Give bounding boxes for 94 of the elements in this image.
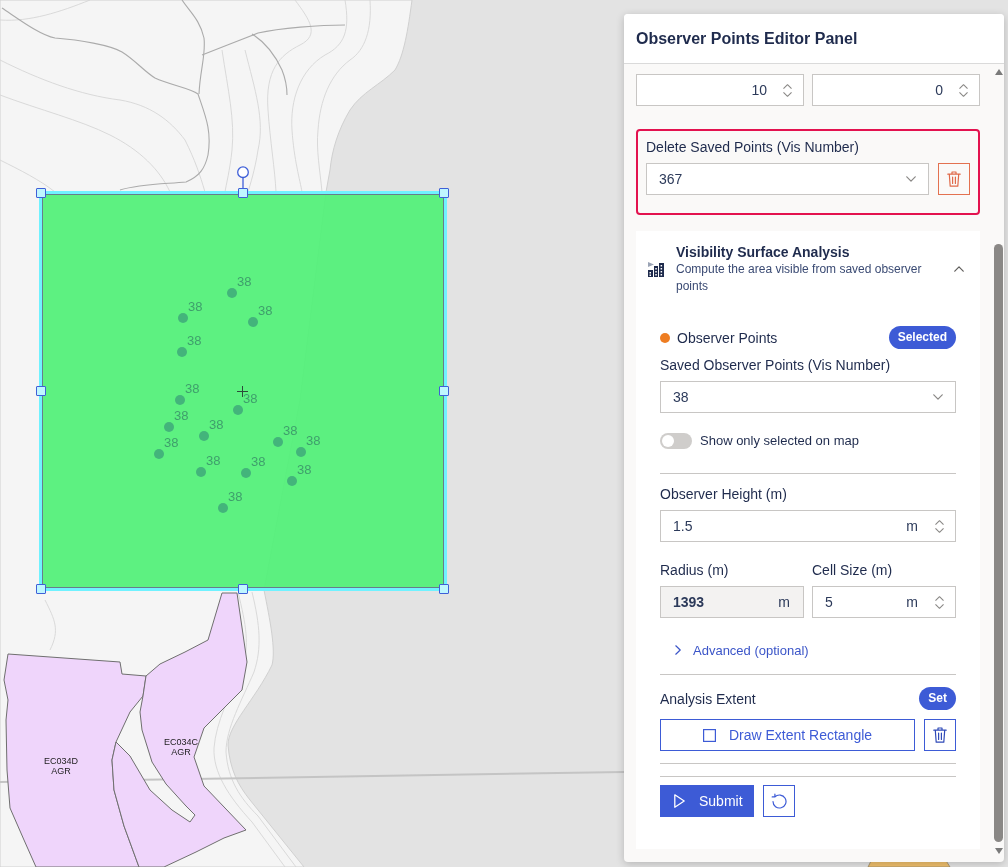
point-label: 38	[237, 275, 252, 289]
parcel-use-label: AGR	[171, 747, 191, 757]
buildings-icon	[648, 261, 664, 277]
point-label: 38	[187, 334, 202, 348]
status-dot-icon	[660, 332, 670, 343]
point-label: 38	[306, 434, 321, 448]
chevron-up-icon[interactable]	[935, 519, 944, 525]
section-label: Analysis Extent	[660, 689, 756, 708]
dropdown[interactable]: 367	[646, 163, 929, 195]
observer-point-icon	[178, 313, 188, 323]
unit-label: m	[778, 594, 790, 610]
status-badge: Selected	[888, 326, 956, 349]
clear-extent-button[interactable]	[924, 719, 956, 751]
point-label: 38	[174, 409, 189, 423]
advanced-options-toggle[interactable]: Advanced (optional)	[660, 641, 809, 659]
play-icon	[674, 794, 685, 808]
point-label: 38	[297, 463, 312, 477]
rotate-icon	[771, 793, 787, 809]
chevron-up-icon[interactable]	[935, 595, 944, 601]
chevron-down-icon	[933, 394, 943, 400]
trash-icon	[933, 727, 947, 743]
resize-handle-icon[interactable]	[36, 386, 46, 396]
toggle-switch[interactable]	[660, 433, 692, 449]
scrollbar-thumb[interactable]	[994, 244, 1003, 842]
observer-point-icon	[218, 503, 228, 513]
section-description: Compute the area visible from saved observer points	[676, 261, 923, 295]
resize-handle-icon[interactable]	[439, 188, 449, 198]
number-input[interactable]: 0	[812, 74, 980, 106]
point-label: 38	[243, 392, 258, 406]
resize-handle-icon[interactable]	[439, 584, 449, 594]
observer-point-icon	[248, 317, 258, 327]
section-title: Visibility Surface Analysis	[676, 243, 851, 261]
observer-point-icon	[273, 437, 283, 447]
status-badge: Set	[919, 687, 956, 710]
resize-handle-icon[interactable]	[439, 386, 449, 396]
point-label: 38	[206, 454, 221, 468]
panel-title: Observer Points Editor Panel	[636, 29, 858, 48]
chevron-down-icon[interactable]	[935, 603, 944, 609]
scroll-down-icon[interactable]	[994, 848, 1003, 854]
chevron-down-icon[interactable]	[959, 91, 968, 97]
observer-point-icon	[164, 422, 174, 432]
parcel-code-label: EC034D	[44, 756, 78, 766]
reset-button[interactable]	[763, 785, 795, 817]
draw-extent-button[interactable]: Draw Extent Rectangle	[660, 719, 915, 751]
point-label: 38	[209, 418, 224, 432]
observer-point-icon	[196, 467, 206, 477]
observer-point-icon	[199, 431, 209, 441]
resize-handle-icon[interactable]	[238, 188, 248, 198]
observer-point-icon	[177, 347, 187, 357]
observer-point-icon	[154, 449, 164, 459]
resize-handle-icon[interactable]	[36, 584, 46, 594]
chevron-down-icon[interactable]	[935, 527, 944, 533]
trash-icon	[947, 171, 961, 187]
point-label: 38	[164, 436, 179, 450]
point-label: 38	[283, 424, 298, 438]
point-label: 38	[228, 490, 243, 504]
unit-label: m	[906, 518, 918, 534]
toggle-label: Show only selected on map	[700, 433, 859, 449]
point-label: 38	[188, 300, 203, 314]
point-label: 38	[185, 382, 200, 396]
observer-point-icon	[175, 395, 185, 405]
observer-point-icon	[241, 468, 251, 478]
point-label: 38	[258, 304, 273, 318]
observer-point-icon	[233, 405, 243, 415]
number-input[interactable]: 5 m	[812, 586, 956, 618]
scroll-up-icon[interactable]	[994, 69, 1003, 75]
parcel-code-label: EC034C	[164, 737, 198, 747]
submit-button[interactable]: Submit	[660, 785, 754, 817]
resize-handle-icon[interactable]	[36, 188, 46, 198]
point-label: 38	[251, 455, 266, 469]
chevron-up-icon[interactable]	[959, 83, 968, 89]
observer-point-icon	[287, 476, 297, 486]
field-label: Radius (m)	[660, 561, 730, 579]
unit-label: m	[906, 594, 918, 610]
parcel-use-label: AGR	[51, 766, 71, 776]
chevron-down-icon[interactable]	[783, 91, 792, 97]
observer-point-icon	[296, 447, 306, 457]
observer-point-icon	[227, 288, 237, 298]
field-label: Delete Saved Points (Vis Number)	[646, 138, 860, 156]
layer-label: Observer Points	[677, 328, 778, 347]
resize-handle-icon[interactable]	[238, 584, 248, 594]
field-label: Observer Height (m)	[660, 485, 788, 503]
rotate-handle-icon[interactable]	[237, 166, 249, 188]
square-icon	[702, 728, 716, 742]
field-label: Saved Observer Points (Vis Number)	[660, 356, 892, 374]
chevron-right-icon	[675, 645, 681, 655]
number-input[interactable]: 1.5 m	[660, 510, 956, 542]
delete-button[interactable]	[938, 163, 970, 195]
number-input[interactable]: 10	[636, 74, 804, 106]
chevron-up-icon[interactable]	[783, 83, 792, 89]
dropdown[interactable]: 38	[660, 381, 956, 413]
chevron-up-icon[interactable]	[954, 266, 964, 272]
chevron-down-icon	[906, 176, 916, 182]
field-label: Cell Size (m)	[812, 561, 894, 579]
